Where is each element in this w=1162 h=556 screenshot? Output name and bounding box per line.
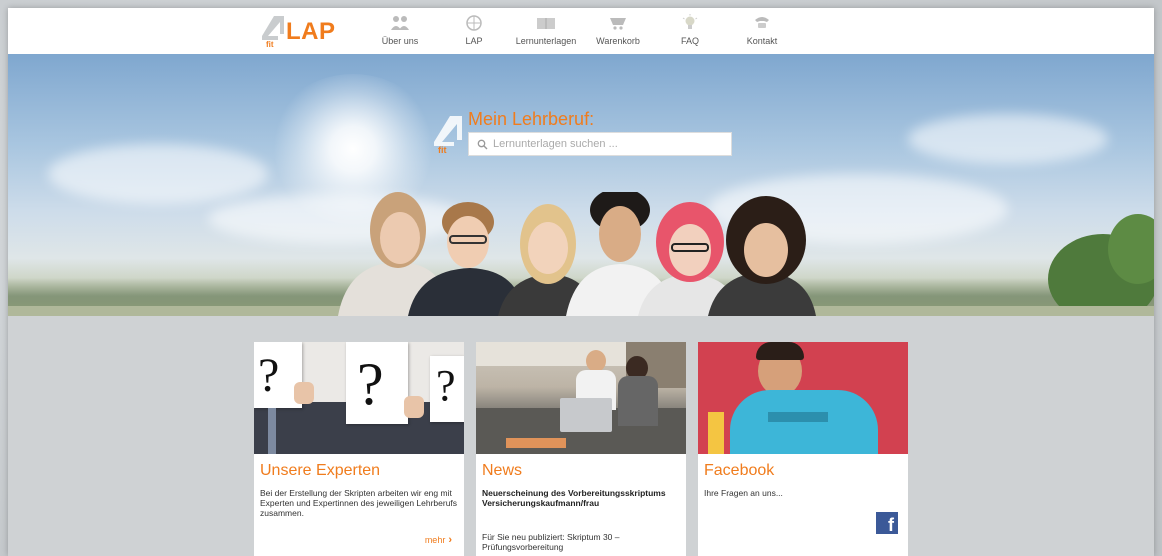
nav-item-label: Kontakt: [746, 36, 778, 46]
card-text: Ihre Fragen an uns...: [704, 488, 783, 498]
card-text: Für Sie neu publiziert: Skriptum 30 – Pr…: [482, 532, 620, 552]
more-link[interactable]: mehr ›: [425, 534, 452, 546]
top-navigation: fit LAP Über uns LAP Lernunterlagen Ware…: [8, 8, 1154, 54]
phone-icon: [755, 17, 769, 28]
chevron-right-icon: ›: [448, 534, 452, 546]
people-icon: [391, 16, 409, 30]
nav-item-label: Lernunterlagen: [515, 36, 577, 46]
question-mark: ?: [436, 361, 456, 410]
card-news[interactable]: News Neuerscheinung des Vorbereitungsskr…: [476, 342, 686, 556]
facebook-icon[interactable]: f: [876, 512, 898, 535]
question-mark: ?: [357, 351, 384, 417]
logo-text: LAP: [286, 18, 336, 45]
search-input[interactable]: Lernunterlagen suchen ...: [468, 132, 732, 156]
nav-item-kontakt[interactable]: Kontakt: [722, 14, 802, 46]
nav-item-lap[interactable]: LAP: [434, 14, 514, 46]
card-text: Bei der Erstellung der Skripten arbeiten…: [260, 488, 458, 518]
card-facebook[interactable]: Facebook Ihre Fragen an uns... f: [698, 342, 908, 556]
cloud: [908, 114, 1108, 164]
nav-item-faq[interactable]: FAQ: [650, 14, 730, 46]
cloud: [48, 144, 268, 204]
cart-icon: [610, 18, 626, 30]
nav-item-ueber-uns[interactable]: Über uns: [360, 14, 440, 46]
card-image-facebook: [698, 342, 908, 454]
site-logo[interactable]: fit LAP: [260, 14, 340, 50]
hero-banner: fit Mein Lehrberuf: Lernunterlagen suche…: [8, 54, 1154, 316]
card-image-experts: ? ? ?: [254, 342, 464, 454]
hero-logo-mark-text: fit: [438, 145, 447, 154]
more-link-label: mehr: [424, 535, 446, 545]
nav-item-label: LAP: [465, 36, 483, 46]
card-image-news: [476, 342, 686, 454]
lightbulb-icon: [682, 14, 698, 29]
card-title: News: [482, 462, 523, 479]
card-unsere-experten[interactable]: ? ? ? Unsere Experten Bei der Erstellung…: [254, 342, 464, 556]
nav-item-label: FAQ: [680, 36, 699, 46]
news-headline[interactable]: Neuerscheinung des Vorbereitungsskriptum…: [482, 488, 680, 508]
search-icon: [477, 139, 488, 150]
question-mark: ?: [258, 349, 280, 402]
globe-icon: [466, 15, 482, 31]
nav-item-label: Warenkorb: [596, 36, 640, 46]
nav-item-warenkorb[interactable]: Warenkorb: [578, 14, 658, 46]
hero-students-photo: [338, 192, 816, 316]
hero-logo-icon: fit: [434, 116, 462, 154]
logo-4-icon: fit: [262, 16, 284, 48]
card-title: Facebook: [704, 462, 775, 479]
card-title: Unsere Experten: [260, 462, 381, 479]
nav-item-lernunterlagen[interactable]: Lernunterlagen: [506, 14, 586, 46]
browser-frame: fit LAP Über uns LAP Lernunterlagen Ware…: [8, 8, 1154, 556]
search-placeholder: Lernunterlagen suchen ...: [493, 138, 618, 150]
nav-item-label: Über uns: [381, 36, 419, 46]
logo-mark-text: fit: [266, 40, 274, 48]
hero-title: Mein Lehrberuf:: [468, 109, 595, 129]
book-icon: [537, 18, 555, 29]
